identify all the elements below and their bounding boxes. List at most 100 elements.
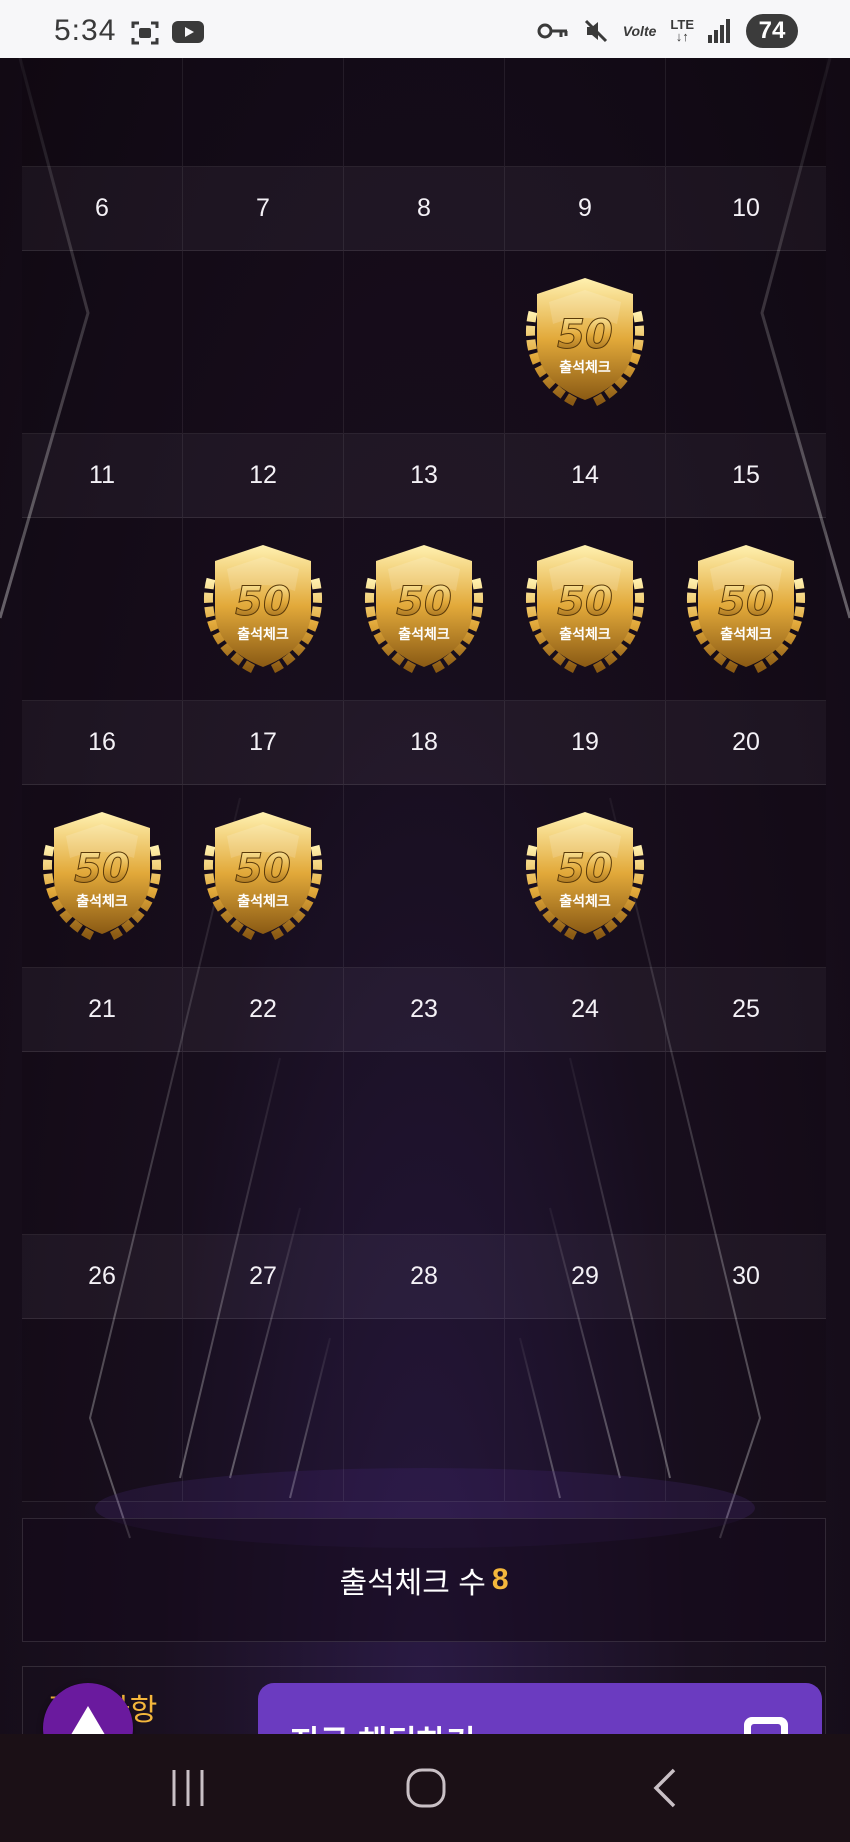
calendar-stamp-cell: 50 출석체크 (344, 518, 505, 701)
calendar-date-cell: 10 (666, 167, 826, 251)
calendar-date-cell: 25 (666, 968, 826, 1052)
calendar-date-cell: 18 (344, 701, 505, 785)
home-icon[interactable] (404, 1764, 448, 1812)
calendar-date-cell: 28 (344, 1235, 505, 1319)
attendance-stamp-badge: 50 출석체크 (686, 545, 806, 674)
badge-number: 50 (235, 579, 291, 625)
calendar-date-cell: 27 (183, 1235, 344, 1319)
lte-icon: LTE ↓↑ (670, 17, 694, 44)
calendar-stamp-cell: 50 출석체크 (505, 251, 666, 434)
mute-icon (584, 19, 607, 43)
calendar-date-row: 21 22 23 24 25 (22, 968, 826, 1052)
attendance-calendar: 6 7 8 9 10 50 출석체크 11 12 13 14 15 50 출석체… (22, 58, 826, 1502)
calendar-stamp-cell (505, 1052, 666, 1235)
attendance-stamp-badge: 50 출석체크 (203, 545, 323, 674)
calendar-date-row: 16 17 18 19 20 (22, 701, 826, 785)
youtube-icon (172, 21, 204, 43)
calendar-date-cell: 20 (666, 701, 826, 785)
calendar-date-cell: 14 (505, 434, 666, 518)
recent-apps-icon[interactable] (168, 1764, 208, 1812)
calendar-date-cell: 29 (505, 1235, 666, 1319)
badge-label: 출석체크 (559, 359, 611, 376)
calendar-stamp-cell (183, 1319, 344, 1502)
calendar-date-cell: 19 (505, 701, 666, 785)
chat-now-label: 지금 채팅하기 (290, 1717, 476, 1734)
calendar-date-cell: 16 (22, 701, 183, 785)
calendar-stamp-cell: 50 출석체크 (666, 518, 826, 701)
calendar-stamp-cell: 50 출석체크 (183, 518, 344, 701)
calendar-date-cell: 8 (344, 167, 505, 251)
calendar-stamp-cell: 50 출석체크 (183, 785, 344, 968)
badge-number: 50 (235, 846, 291, 892)
badge-label: 출석체크 (237, 893, 289, 910)
calendar-stamp-cell (505, 1319, 666, 1502)
signal-icon (708, 19, 730, 43)
attendance-stamp-badge: 50 출석체크 (525, 812, 645, 941)
attendance-stamp-badge: 50 출석체크 (42, 812, 162, 941)
badge-label: 출석체크 (398, 626, 450, 643)
status-bar: 5:34 Volte LTE ↓↑ 74 (0, 0, 850, 58)
system-nav-bar (0, 1734, 850, 1842)
calendar-stamp-cell (22, 518, 183, 701)
attendance-stamp-badge: 50 출석체크 (525, 545, 645, 674)
screenshot-icon (131, 21, 159, 45)
calendar-date-cell: 17 (183, 701, 344, 785)
calendar-date-cell: 7 (183, 167, 344, 251)
calendar-stamp-row: 50 출석체크 (22, 251, 826, 434)
calendar-date-cell: 26 (22, 1235, 183, 1319)
volte-icon: Volte (622, 23, 657, 39)
calendar-date-row: 11 12 13 14 15 (22, 434, 826, 518)
calendar-stamp-cell (183, 251, 344, 434)
badge-number: 50 (74, 846, 130, 892)
calendar-stamp-cell (22, 251, 183, 434)
badge-number: 50 (557, 846, 613, 892)
calendar-stamp-cell (344, 785, 505, 968)
attendance-count-value: 8 (491, 1563, 509, 1596)
calendar-stamp-cell (666, 251, 826, 434)
calendar-date-cell: 21 (22, 968, 183, 1052)
calendar-stamp-cell (666, 785, 826, 968)
calendar-stamp-cell (666, 1052, 826, 1235)
badge-label: 출석체크 (237, 626, 289, 643)
calendar-stamp-cell: 50 출석체크 (505, 518, 666, 701)
calendar-date-cell: 11 (22, 434, 183, 518)
calendar-date-row: 26 27 28 29 30 (22, 1235, 826, 1319)
calendar-stamp-cell (344, 1319, 505, 1502)
calendar-date-cell: 23 (344, 968, 505, 1052)
calendar-date-row: 6 7 8 9 10 (22, 167, 826, 251)
calendar-date-cell: 12 (183, 434, 344, 518)
attendance-count: 출석체크 수 8 (22, 1518, 826, 1642)
calendar-date-cell: 9 (505, 167, 666, 251)
calendar-previous-week (22, 58, 826, 167)
badge-label: 출석체크 (720, 626, 772, 643)
badge-label: 출석체크 (559, 893, 611, 910)
badge-number: 50 (396, 579, 452, 625)
calendar-stamp-cell (344, 1052, 505, 1235)
calendar-stamp-cell (666, 1319, 826, 1502)
calendar-stamp-row (22, 1052, 826, 1235)
key-icon (537, 23, 568, 39)
calendar-stamp-cell (183, 1052, 344, 1235)
calendar-stamp-cell: 50 출석체크 (22, 785, 183, 968)
calendar-date-cell: 30 (666, 1235, 826, 1319)
calendar-date-cell: 24 (505, 968, 666, 1052)
calendar-stamp-cell: 50 출석체크 (505, 785, 666, 968)
badge-number: 50 (557, 312, 613, 358)
calendar-stamp-row: 50 출석체크 50 출석체크 (22, 785, 826, 968)
calendar-stamp-row (22, 1319, 826, 1502)
back-icon[interactable] (648, 1764, 682, 1812)
attendance-stamp-badge: 50 출석체크 (364, 545, 484, 674)
calendar-stamp-cell (22, 1319, 183, 1502)
chat-bubble-icon (744, 1717, 788, 1734)
status-time: 5:34 (54, 14, 117, 47)
calendar-date-cell: 15 (666, 434, 826, 518)
attendance-count-label: 출석체크 수 (339, 1567, 486, 1600)
calendar-stamp-cell (22, 1052, 183, 1235)
badge-number: 50 (718, 579, 774, 625)
attendance-stamp-badge: 50 출석체크 (203, 812, 323, 941)
chat-now-button[interactable]: 지금 채팅하기 (258, 1683, 822, 1734)
badge-label: 출석체크 (559, 626, 611, 643)
badge-number: 50 (557, 579, 613, 625)
calendar-date-cell: 13 (344, 434, 505, 518)
attendance-page[interactable]: 6 7 8 9 10 50 출석체크 11 12 13 14 15 50 출석체… (0, 58, 850, 1734)
